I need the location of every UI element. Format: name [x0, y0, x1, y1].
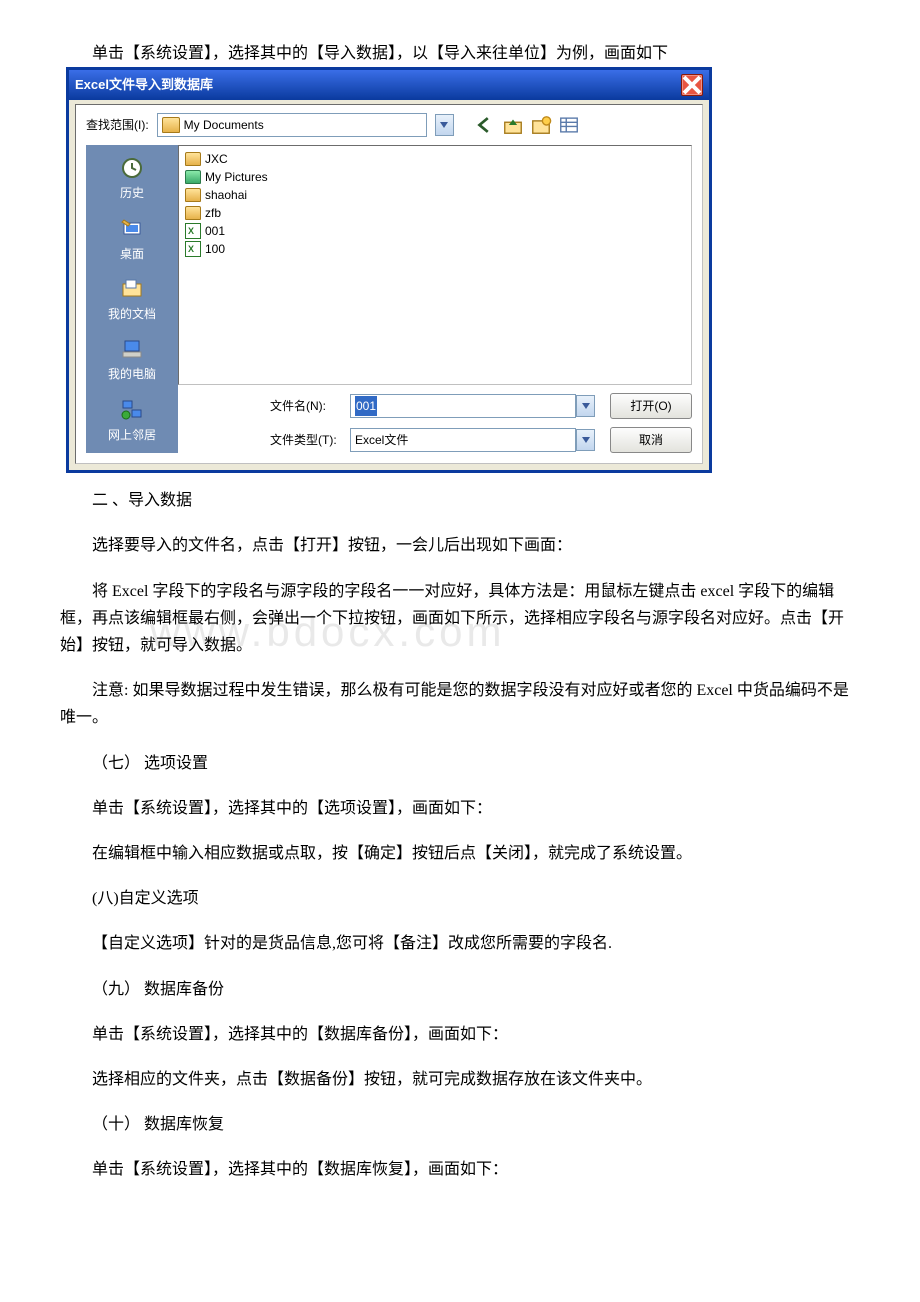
section-10-title: （十） 数据库恢复 [60, 1111, 860, 1138]
chevron-down-icon [582, 403, 590, 409]
paragraph: 【自定义选项】针对的是货品信息,您可将【备注】改成您所需要的字段名. [60, 930, 860, 957]
filetype-value: Excel文件 [355, 430, 408, 450]
history-icon [118, 155, 146, 181]
section-9-title: （九） 数据库备份 [60, 976, 860, 1003]
intro-text: 单击【系统设置】，选择其中的【导入数据】，以【导入来往单位】为例，画面如下 [92, 45, 668, 62]
file-dialog: Excel文件导入到数据库 查找范围(I): My Documents [66, 67, 712, 473]
intro-paragraph: 单击【系统设置】，选择其中的【导入数据】，以【导入来往单位】为例，画面如下 Ex… [60, 40, 860, 469]
chevron-down-icon [440, 122, 448, 128]
filetype-dropdown[interactable] [576, 429, 595, 451]
place-history[interactable]: 历史 [118, 155, 146, 203]
place-mycomputer[interactable]: 我的电脑 [108, 336, 156, 384]
mydocs-icon [118, 276, 146, 302]
place-mydocs[interactable]: 我的文档 [108, 276, 156, 324]
item-label: 100 [205, 239, 225, 259]
network-icon [118, 397, 146, 423]
lookin-label: 查找范围(I): [86, 115, 149, 135]
filetype-input[interactable]: Excel文件 [350, 428, 576, 452]
section-8-title: (八)自定义选项 [60, 885, 860, 912]
new-folder-button[interactable] [530, 115, 552, 135]
list-item[interactable]: shaohai [185, 186, 685, 204]
place-mycomputer-label: 我的电脑 [108, 364, 156, 384]
desktop-icon [118, 216, 146, 242]
place-desktop[interactable]: 桌面 [118, 216, 146, 264]
place-network-label: 网上邻居 [108, 425, 156, 445]
file-field-grid: 文件名(N): 001 打开(O) 文件类型(T): Excel文件 取消 [178, 393, 692, 453]
paragraph: 在编辑框中输入相应数据或点取，按【确定】按钮后点【关闭】，就完成了系统设置。 [60, 840, 860, 867]
back-button[interactable] [474, 115, 496, 135]
place-history-label: 历史 [120, 183, 144, 203]
section-7-title: （七） 选项设置 [60, 750, 860, 777]
folder-icon [162, 117, 180, 133]
lookin-dropdown-button[interactable] [435, 114, 454, 136]
excel-file-icon [185, 223, 201, 239]
cancel-button[interactable]: 取消 [610, 427, 692, 453]
close-icon [682, 75, 702, 95]
computer-icon [118, 336, 146, 362]
paragraph: 单击【系统设置】，选择其中的【数据库恢复】，画面如下： [60, 1156, 860, 1183]
folder-icon [185, 188, 201, 202]
folder-icon [185, 206, 201, 220]
dialog-titlebar: Excel文件导入到数据库 [69, 70, 709, 100]
list-item[interactable]: 100 [185, 240, 685, 258]
up-folder-button[interactable] [502, 115, 524, 135]
open-button[interactable]: 打开(O) [610, 393, 692, 419]
close-button[interactable] [681, 74, 703, 96]
paragraph: 单击【系统设置】，选择其中的【选项设置】，画面如下： [60, 795, 860, 822]
filename-label: 文件名(N): [270, 396, 350, 416]
paragraph: 选择要导入的文件名，点击【打开】按钮，一会儿后出现如下画面： [60, 532, 860, 559]
lookin-value: My Documents [184, 115, 264, 135]
filename-value: 001 [355, 396, 377, 416]
paragraph: 单击【系统设置】，选择其中的【数据库备份】，画面如下： [60, 1021, 860, 1048]
list-item[interactable]: JXC [185, 150, 685, 168]
section-2-title: 二 、导入数据 [60, 487, 860, 514]
place-desktop-label: 桌面 [120, 244, 144, 264]
lookin-row: 查找范围(I): My Documents [86, 113, 692, 137]
dialog-main: 历史 桌面 我的文档 [86, 145, 692, 453]
filename-dropdown[interactable] [576, 395, 595, 417]
list-item[interactable]: My Pictures [185, 168, 685, 186]
up-folder-icon [502, 114, 524, 136]
place-network[interactable]: 网上邻居 [108, 397, 156, 445]
folder-icon [185, 170, 201, 184]
view-list-icon [558, 114, 580, 136]
place-mydocs-label: 我的文档 [108, 304, 156, 324]
list-item[interactable]: zfb [185, 204, 685, 222]
filename-input[interactable]: 001 [350, 394, 576, 418]
file-list[interactable]: JXC My Pictures shaohai zfb 001 100 [178, 145, 692, 385]
filetype-label: 文件类型(T): [270, 430, 350, 450]
dialog-toolbar [474, 115, 580, 135]
paragraph: 选择相应的文件夹，点击【数据备份】按钮，就可完成数据存放在该文件夹中。 [60, 1066, 860, 1093]
folder-icon [185, 152, 201, 166]
new-folder-icon [530, 114, 552, 136]
excel-file-icon [185, 241, 201, 257]
paragraph: 将 Excel 字段下的字段名与源字段的字段名一一对应好，具体方法是：用鼠标左键… [60, 578, 860, 660]
view-button[interactable] [558, 115, 580, 135]
paragraph: 注意: 如果导数据过程中发生错误，那么极有可能是您的数据字段没有对应好或者您的 … [60, 677, 860, 731]
lookin-combo[interactable]: My Documents [157, 113, 427, 137]
places-bar: 历史 桌面 我的文档 [86, 145, 178, 453]
arrow-left-icon [474, 114, 496, 136]
chevron-down-icon [582, 437, 590, 443]
list-item[interactable]: 001 [185, 222, 685, 240]
dialog-title: Excel文件导入到数据库 [75, 74, 213, 96]
